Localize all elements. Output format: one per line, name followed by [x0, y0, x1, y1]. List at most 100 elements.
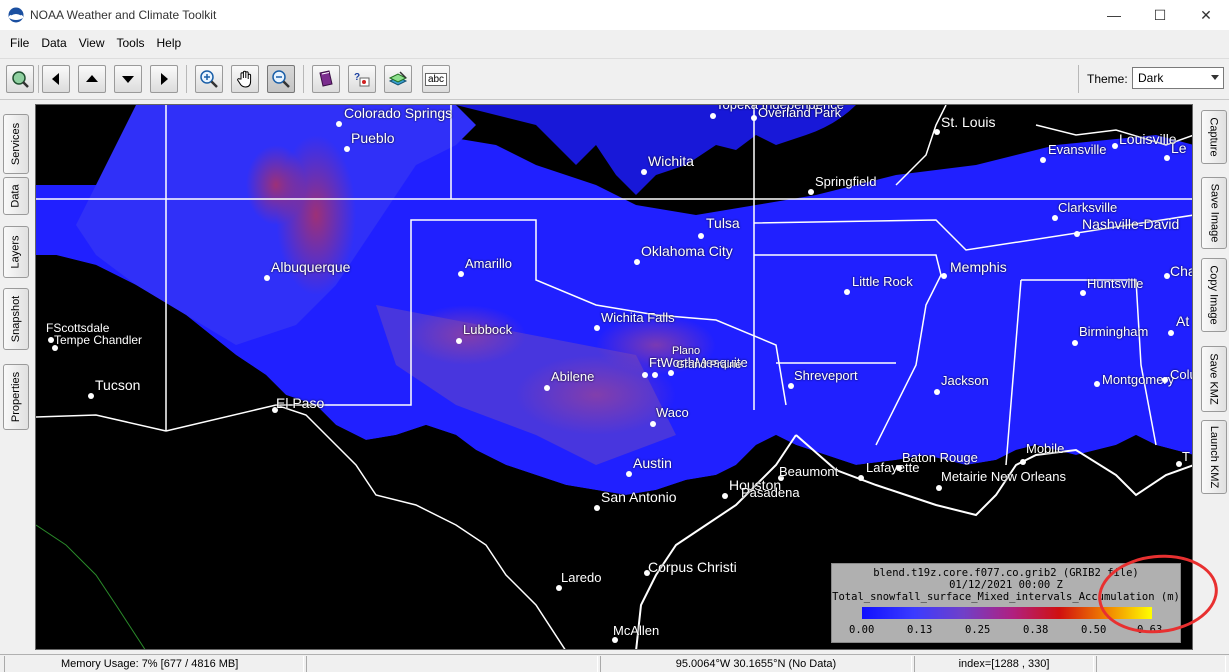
- label-button[interactable]: abc: [422, 65, 450, 93]
- tab-services[interactable]: Services: [3, 114, 29, 174]
- city-dot: [1040, 157, 1046, 163]
- menu-tools[interactable]: Tools: [111, 36, 151, 50]
- city-dot: [1074, 231, 1080, 237]
- city-label-amarillo: Amarillo: [465, 256, 512, 271]
- city-dot: [788, 383, 794, 389]
- menu-help[interactable]: Help: [151, 36, 188, 50]
- city-label-wichita: Wichita: [648, 153, 694, 169]
- tab-data[interactable]: Data: [3, 177, 29, 215]
- tab-copy-image[interactable]: Copy Image: [1201, 258, 1227, 332]
- map-view[interactable]: Colorado Springs Pueblo Wichita Topeka I…: [35, 104, 1193, 650]
- globe-magnifier-icon: [12, 71, 29, 88]
- zoom-extent-button[interactable]: [6, 65, 34, 93]
- city-label-austin: Austin: [633, 455, 672, 471]
- cursor-coordinates-status: 95.0064°W 30.1655°N (No Data): [600, 656, 912, 672]
- city-dot: [456, 338, 462, 344]
- city-dot: [264, 275, 270, 281]
- city-label-el-paso: El Paso: [276, 395, 325, 411]
- bookmarks-button[interactable]: [312, 65, 340, 93]
- svg-text:?: ?: [354, 72, 360, 83]
- city-dot: [1094, 381, 1100, 387]
- tab-save-kmz[interactable]: Save KMZ: [1201, 346, 1227, 412]
- city-dot: [336, 121, 342, 127]
- city-label-atlanta: At: [1176, 313, 1190, 329]
- city-label-pueblo: Pueblo: [351, 130, 395, 146]
- city-label-memphis: Memphis: [950, 259, 1007, 275]
- pan-down-button[interactable]: [114, 65, 142, 93]
- tab-launch-kmz[interactable]: Launch KMZ: [1201, 420, 1227, 494]
- city-label-tucson: Tucson: [95, 377, 141, 393]
- pan-up-button[interactable]: [78, 65, 106, 93]
- city-dot: [710, 113, 716, 119]
- city-dot: [458, 271, 464, 277]
- city-label-tempe: Tempe Chandler: [54, 333, 143, 347]
- city-label-corpus-christi: Corpus Christi: [648, 559, 737, 575]
- city-label-colorado-springs: Colorado Springs: [344, 105, 453, 121]
- city-label-evansville: Evansville: [1048, 142, 1107, 157]
- tab-save-image[interactable]: Save Image: [1201, 177, 1227, 249]
- legend-tick: 0.13: [907, 624, 933, 636]
- book-icon: [319, 70, 333, 87]
- city-dot: [808, 189, 814, 195]
- city-dot: [594, 325, 600, 331]
- minimize-button[interactable]: —: [1091, 0, 1137, 30]
- status-bar: Memory Usage: 7% [677 / 4816 MB] 95.0064…: [0, 654, 1229, 672]
- status-spacer-right: [1096, 656, 1226, 672]
- city-label-abilene: Abilene: [551, 369, 595, 384]
- arrow-left-icon: [52, 73, 59, 85]
- city-label-wichita-falls: Wichita Falls: [601, 310, 675, 325]
- close-button[interactable]: ✕: [1183, 0, 1229, 30]
- city-dot: [634, 259, 640, 265]
- tab-snapshot[interactable]: Snapshot: [3, 288, 29, 350]
- city-dot: [1168, 330, 1174, 336]
- city-dot: [556, 585, 562, 591]
- city-label-louisville: Louisville: [1119, 131, 1177, 147]
- city-dot: [668, 370, 674, 376]
- city-label-le: Le: [1171, 140, 1187, 156]
- tab-properties[interactable]: Properties: [3, 364, 29, 430]
- menu-file[interactable]: File: [4, 36, 35, 50]
- arrow-right-icon: [161, 73, 168, 85]
- toolbar: ? abc: [0, 58, 1229, 100]
- identify-button[interactable]: ?: [348, 65, 376, 93]
- zoom-out-icon: [272, 70, 290, 88]
- city-dot: [1112, 143, 1118, 149]
- tab-layers[interactable]: Layers: [3, 226, 29, 278]
- theme-dropdown[interactable]: Dark: [1132, 67, 1224, 89]
- layers-edit-icon: [388, 71, 408, 86]
- grid-index-status: index=[1288 , 330]: [914, 656, 1094, 672]
- city-dot: [1020, 459, 1026, 465]
- city-dot: [698, 233, 704, 239]
- city-dot: [858, 475, 864, 481]
- noaa-logo-icon: [8, 7, 24, 23]
- city-dot: [934, 129, 940, 135]
- city-dot: [936, 485, 942, 491]
- city-label-huntsville: Huntsville: [1087, 276, 1144, 291]
- city-label-columbus: Colum: [1170, 367, 1192, 382]
- zoom-out-button[interactable]: [267, 65, 295, 93]
- title-bar: NOAA Weather and Climate Toolkit — ☐ ✕: [0, 0, 1229, 30]
- city-label-baton-rouge: Baton Rouge: [902, 450, 978, 465]
- menu-data[interactable]: Data: [35, 36, 72, 50]
- maximize-button[interactable]: ☐: [1137, 0, 1183, 30]
- city-label-overland-park: Overland Park: [758, 105, 842, 120]
- tab-capture[interactable]: Capture: [1201, 110, 1227, 164]
- pan-hand-button[interactable]: [231, 65, 259, 93]
- city-label-beaumont: Beaumont: [779, 464, 839, 479]
- menu-view[interactable]: View: [73, 36, 111, 50]
- city-dot: [1072, 340, 1078, 346]
- pan-right-button[interactable]: [150, 65, 178, 93]
- layer-tools-button[interactable]: [384, 65, 412, 93]
- city-label-waco: Waco: [656, 405, 689, 420]
- arrow-up-icon: [86, 75, 98, 82]
- city-label-st-louis: St. Louis: [941, 114, 996, 130]
- theme-label: Theme:: [1087, 72, 1128, 86]
- city-label-lubbock: Lubbock: [463, 322, 513, 337]
- city-label-mobile: Mobile: [1026, 441, 1065, 456]
- pan-left-button[interactable]: [42, 65, 70, 93]
- identify-query-icon: ?: [354, 72, 370, 87]
- city-dot: [896, 465, 902, 471]
- city-label-ta: T: [1182, 449, 1190, 464]
- city-label-shreveport: Shreveport: [794, 368, 858, 383]
- zoom-in-button[interactable]: [195, 65, 223, 93]
